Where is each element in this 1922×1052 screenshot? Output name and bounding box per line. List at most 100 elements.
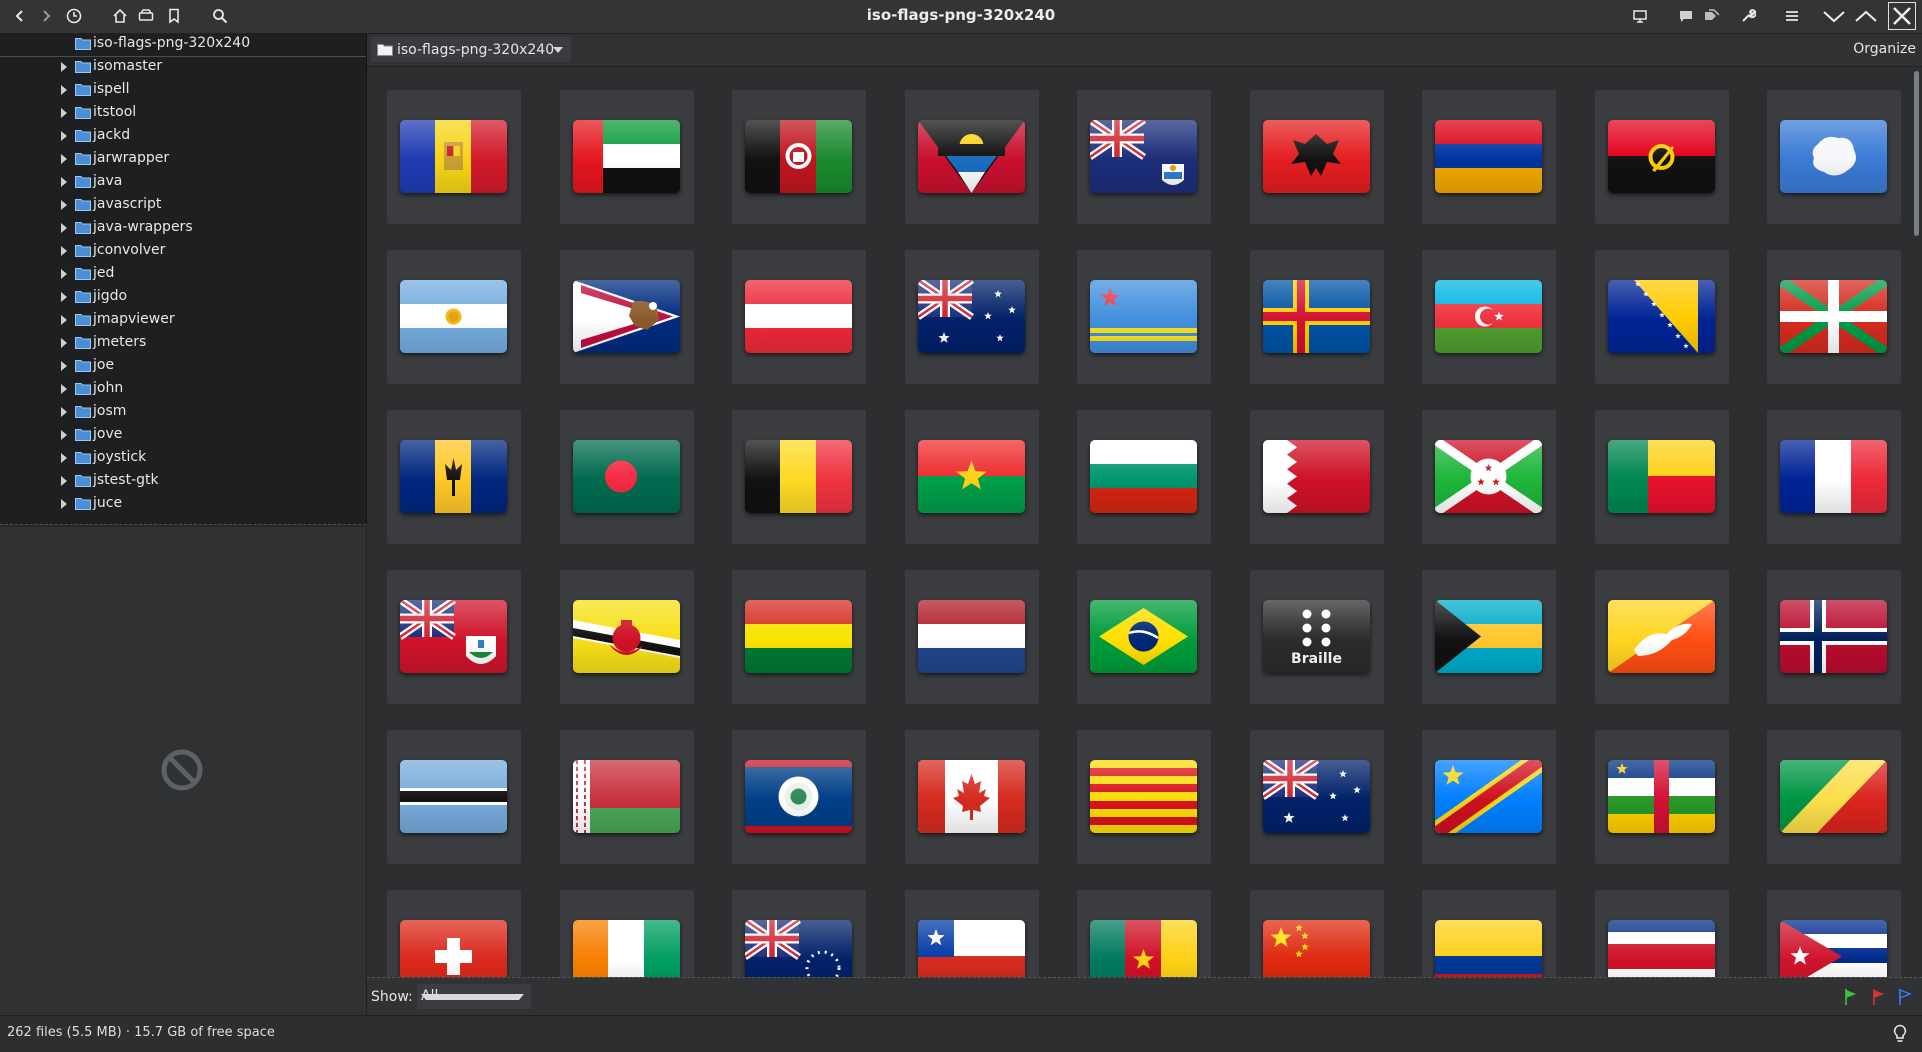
thumbnail-antigua-and-barbuda[interactable] [905, 90, 1039, 224]
thumbnail-chile[interactable] [905, 890, 1039, 977]
thumbnail-bulgaria[interactable] [1077, 410, 1211, 544]
chevron-up-icon[interactable] [1854, 4, 1878, 28]
wrench-icon[interactable] [1736, 4, 1760, 28]
expand-arrow-icon[interactable] [59, 244, 69, 258]
tree-item[interactable]: joe [0, 355, 366, 378]
tree-item[interactable]: jarwrapper [0, 148, 366, 171]
expand-arrow-icon[interactable] [59, 313, 69, 327]
blue-flag-icon[interactable] [1897, 988, 1913, 1006]
tree-item[interactable]: jmapviewer [0, 309, 366, 332]
expand-arrow-icon[interactable] [59, 451, 69, 465]
close-icon[interactable] [1888, 2, 1916, 30]
thumbnail-afghanistan[interactable] [732, 90, 866, 224]
home-icon[interactable] [108, 4, 132, 28]
expand-arrow-icon[interactable] [59, 83, 69, 97]
thumbnail-bonaire[interactable] [905, 570, 1039, 704]
green-flag-icon[interactable] [1843, 988, 1859, 1006]
presentation-icon[interactable] [1628, 4, 1652, 28]
tree-item[interactable]: jstest-gtk [0, 470, 366, 493]
thumbnail-burkina-faso[interactable] [905, 410, 1039, 544]
thumbnail-cook-islands[interactable] [732, 890, 866, 977]
thumbnail-australia[interactable] [905, 250, 1039, 384]
thumbnail-costa-rica[interactable] [1595, 890, 1729, 977]
tree-item[interactable]: jmeters [0, 332, 366, 355]
thumbnail-grid[interactable]: Braille [367, 67, 1912, 977]
expand-arrow-icon[interactable] [59, 152, 69, 166]
thumbnail-ivory-coast[interactable] [560, 890, 694, 977]
thumbnail-bouvet-island[interactable] [1767, 570, 1901, 704]
forward-icon[interactable] [34, 4, 58, 28]
tree-item[interactable]: juce [0, 493, 366, 516]
show-filter-select[interactable]: All [417, 984, 531, 1009]
thumbnail-andorra[interactable] [387, 90, 521, 224]
tree-item[interactable]: javascript [0, 194, 366, 217]
tags-icon[interactable] [1700, 4, 1724, 28]
expand-arrow-icon[interactable] [59, 221, 69, 235]
tree-item[interactable]: jed [0, 263, 366, 286]
thumbnail-brunei[interactable] [560, 570, 694, 704]
expand-arrow-icon[interactable] [59, 428, 69, 442]
thumbnail-canada[interactable] [905, 730, 1039, 864]
red-flag-icon[interactable] [1871, 988, 1887, 1006]
expand-arrow-icon[interactable] [59, 198, 69, 212]
expand-arrow-icon[interactable] [59, 382, 69, 396]
thumbnail-bermuda[interactable] [387, 570, 521, 704]
expand-arrow-icon[interactable] [59, 267, 69, 281]
expand-arrow-icon[interactable] [59, 106, 69, 120]
thumbnail-austria[interactable] [732, 250, 866, 384]
tree-item[interactable]: java-wrappers [0, 217, 366, 240]
bookmark-icon[interactable] [162, 4, 186, 28]
expand-arrow-icon[interactable] [59, 359, 69, 373]
tree-item[interactable]: itstool [0, 102, 366, 125]
thumbnail-benin[interactable] [1595, 410, 1729, 544]
expand-arrow-icon[interactable] [59, 175, 69, 189]
thumbnail-braille[interactable]: Braille [1250, 570, 1384, 704]
vertical-scrollbar[interactable] [1912, 67, 1922, 977]
expand-arrow-icon[interactable] [59, 129, 69, 143]
organize-button[interactable]: Organize [1853, 41, 1916, 57]
thumbnail-brazil[interactable] [1077, 570, 1211, 704]
tree-item[interactable]: john [0, 378, 366, 401]
tree-item[interactable]: jconvolver [0, 240, 366, 263]
expand-arrow-icon[interactable] [59, 405, 69, 419]
chevron-down-icon[interactable] [1822, 4, 1846, 28]
lightbulb-icon[interactable] [1892, 1024, 1908, 1048]
thumbnail-catalonia[interactable] [1077, 730, 1211, 864]
tree-item[interactable]: ispell [0, 79, 366, 102]
folder-tree[interactable]: iso-flags-png-320x240 isomaster ispell itst… [0, 34, 367, 524]
clock-icon[interactable] [62, 4, 86, 28]
tree-item[interactable]: jove [0, 424, 366, 447]
thumbnail-aruba[interactable] [1077, 250, 1211, 384]
tree-item[interactable]: joystick [0, 447, 366, 470]
search-icon[interactable] [208, 4, 232, 28]
thumbnail-cuba[interactable] [1767, 890, 1901, 977]
thumbnail-albania[interactable] [1250, 90, 1384, 224]
thumbnail-armenia[interactable] [1422, 90, 1556, 224]
thumbnail-burundi[interactable] [1422, 410, 1556, 544]
expand-arrow-icon[interactable] [59, 497, 69, 511]
thumbnail-cameroon[interactable] [1077, 890, 1211, 977]
thumbnail-belize[interactable] [732, 730, 866, 864]
thumbnail-azerbaijan[interactable] [1422, 250, 1556, 384]
back-icon[interactable] [8, 4, 32, 28]
thumbnail-belarus[interactable] [560, 730, 694, 864]
thumbnail-bosnia-and-herzegovina[interactable] [1595, 250, 1729, 384]
thumbnail-bolivia[interactable] [732, 570, 866, 704]
thumbnail-basque-country[interactable] [1767, 250, 1901, 384]
thumbnail-anguilla[interactable] [1077, 90, 1211, 224]
thumbnail-bangladesh[interactable] [560, 410, 694, 544]
scrollbar-thumb[interactable] [1914, 71, 1919, 236]
thumbnail-american-samoa[interactable] [560, 250, 694, 384]
thumbnail-barbados[interactable] [387, 410, 521, 544]
thumbnail-united-arab-emirates[interactable] [560, 90, 694, 224]
thumbnail-bahamas[interactable] [1422, 570, 1556, 704]
thumbnail-bhutan[interactable] [1595, 570, 1729, 704]
thumbnail-belgium[interactable] [732, 410, 866, 544]
thumbnail-saint-barthelemy[interactable] [1767, 410, 1901, 544]
thumbnail-bahrain[interactable] [1250, 410, 1384, 544]
tree-item[interactable]: jackd [0, 125, 366, 148]
thumbnail-cocos-islands[interactable] [1250, 730, 1384, 864]
comment-icon[interactable] [1674, 4, 1698, 28]
tree-item[interactable]: jigdo [0, 286, 366, 309]
expand-arrow-icon[interactable] [59, 290, 69, 304]
